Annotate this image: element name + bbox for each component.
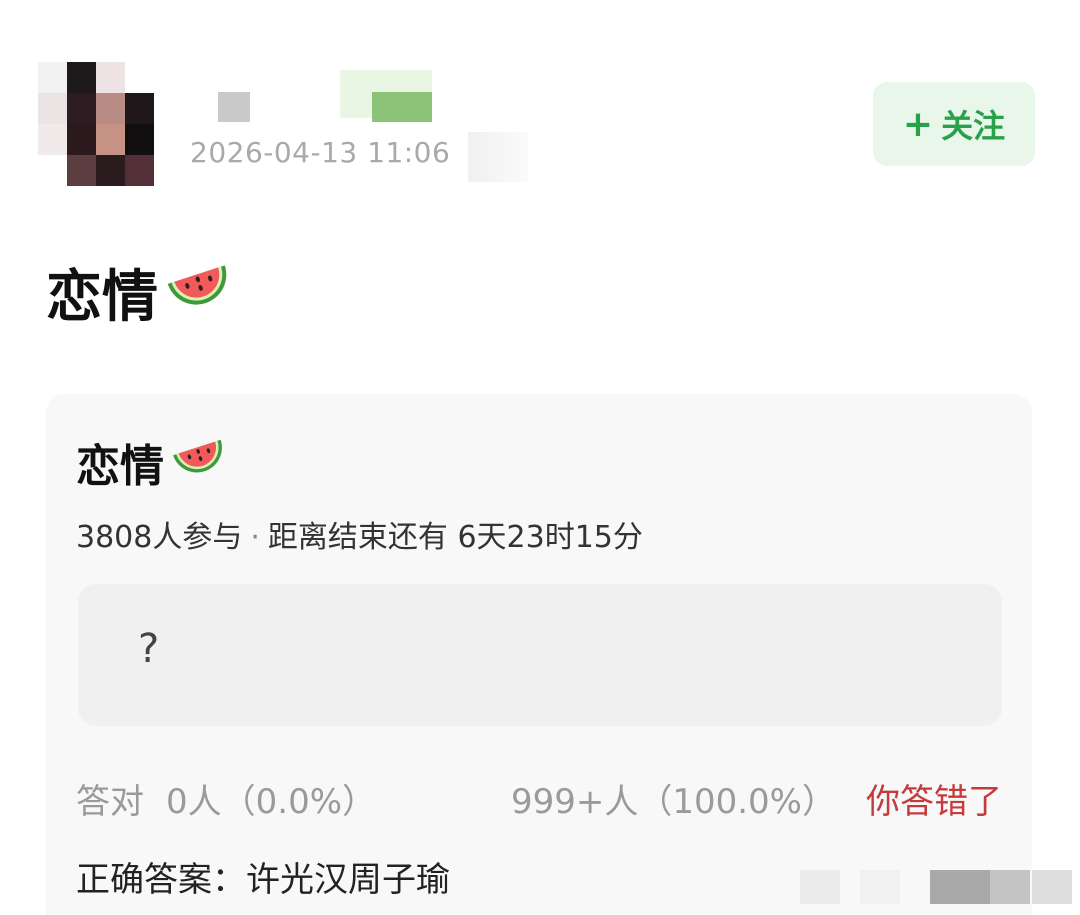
- post-timestamp: 2026-04-13 11:06: [190, 136, 451, 169]
- poll-option[interactable]: ?: [78, 584, 1002, 726]
- participant-count: 3808人参与: [76, 520, 243, 555]
- meta-separator: ·: [250, 520, 260, 555]
- watermelon-icon: [170, 432, 230, 493]
- follow-button[interactable]: + 关注: [873, 82, 1035, 166]
- time-remaining: 距离结束还有 6天23时15分: [267, 520, 643, 555]
- poll-card: 恋情 3808人参与 · 距离结束还有 6天23时15分 ? 答对 0人（0.0…: [46, 394, 1032, 915]
- watermark-redacted: [770, 860, 1080, 915]
- avatar[interactable]: [38, 62, 154, 186]
- correct-answer: 正确答案：许光汉周子瑜: [76, 852, 450, 901]
- poll-title-text: 恋情: [76, 441, 164, 492]
- plus-icon: +: [902, 103, 934, 145]
- correct-stat: 0人（0.0%）: [166, 782, 377, 822]
- post-page: 2026-04-13 11:06 + 关注 恋情 恋情 3808人参与 · 距离…: [0, 0, 1080, 915]
- follow-button-label: 关注: [941, 107, 1006, 145]
- watermelon-icon: [164, 256, 236, 330]
- post-title-text: 恋情: [46, 265, 158, 330]
- correct-label: 答对: [76, 782, 144, 822]
- correct-answer-label: 正确答案：: [76, 860, 246, 900]
- correct-answer-value: 许光汉周子瑜: [246, 860, 450, 900]
- poll-stats: 答对 0人（0.0%） 999+人（100.0%） 你答错了: [76, 774, 1002, 824]
- post-title: 恋情: [46, 252, 236, 333]
- wrong-result-label: 你答错了: [866, 782, 1002, 822]
- redacted-area: [468, 132, 528, 182]
- wrong-stat: 999+人（100.0%）: [510, 782, 836, 822]
- poll-option-text: ?: [138, 626, 160, 672]
- poll-meta: 3808人参与 · 距离结束还有 6天23时15分: [76, 512, 643, 556]
- poll-title: 恋情: [76, 430, 230, 494]
- username-redacted[interactable]: [214, 70, 444, 128]
